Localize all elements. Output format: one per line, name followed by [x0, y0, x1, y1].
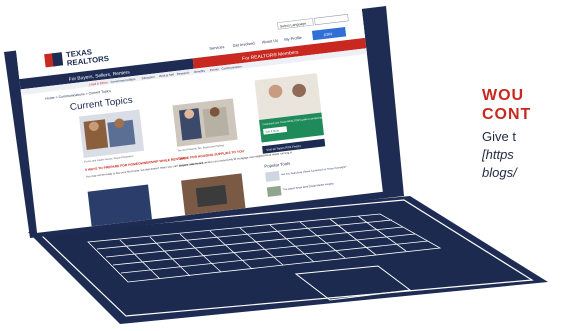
laptop-illustration: TEXAS REALTORS Select Language Services … — [4, 6, 548, 324]
logo-icon — [44, 52, 64, 68]
promo-heading-line-2: CONT — [482, 106, 532, 123]
promo-link-line-2[interactable]: blogs/ — [482, 164, 563, 182]
promo-heading-line-1: WOU — [482, 87, 525, 104]
promo-body: Give t — [482, 129, 516, 144]
promo-stage: TEXAS REALTORS Select Language Services … — [0, 0, 563, 326]
promo-copy: WOU CONT Give t [https blogs/ — [482, 86, 563, 182]
topic-card-3-image[interactable] — [87, 184, 152, 227]
promo-link-line-1[interactable]: [https — [482, 146, 563, 164]
